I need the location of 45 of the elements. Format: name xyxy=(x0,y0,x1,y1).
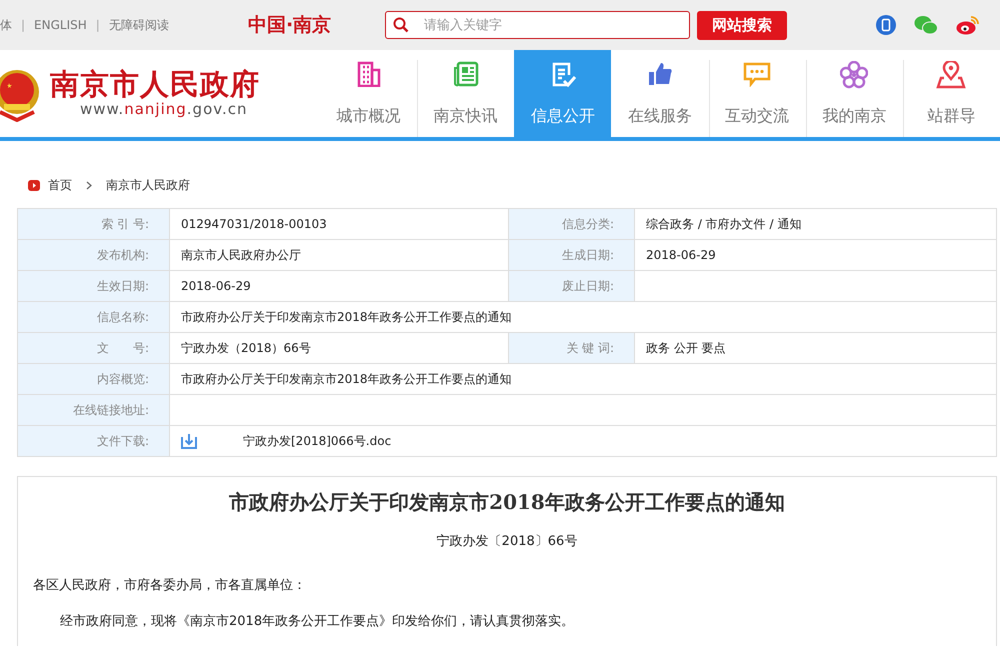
field-label: 生效日期: xyxy=(96,278,149,294)
breadcrumb-link[interactable]: 南京市人民政府 xyxy=(106,177,190,194)
field-label: 文件下载: xyxy=(96,432,149,450)
field-value: 012947031/2018-00103 xyxy=(181,217,327,231)
field-label: 信息分类: xyxy=(562,216,614,232)
nav-tab[interactable]: 城市概况 xyxy=(320,50,418,137)
field-label: 废止日期: xyxy=(562,278,614,294)
nav-tab[interactable]: 站群导 xyxy=(902,50,1000,137)
field-label: 信息名称: xyxy=(96,308,149,326)
body-paragraph: 经市政府同意，现将《南京市2018年政务公开工作要点》印发给你们，请认真贯彻落实。 xyxy=(59,613,576,630)
breadcrumb-link[interactable]: 首页 xyxy=(48,177,72,194)
field-value: 2018-06-29 xyxy=(181,279,251,293)
field-label: 发布机构: xyxy=(96,246,149,264)
field-value: 市政府办公厅关于印发南京市2018年政务公开工作要点的通知 xyxy=(181,370,512,388)
field-value: 综合政务 / 市府办文件 / 通知 xyxy=(646,216,802,232)
field-label: 在线链接地址: xyxy=(72,402,149,418)
site-url: www.nanjing.gov.cn xyxy=(80,100,248,118)
nav-tab[interactable]: 互动交流 xyxy=(708,50,806,137)
nav-tab[interactable]: 我的南京 xyxy=(806,50,903,137)
field-value: 政务 公开 要点 xyxy=(646,340,726,356)
separator: | xyxy=(96,18,100,32)
article-title: 市政府办公厅关于印发南京市2018年政务公开工作要点的通知 xyxy=(228,489,786,516)
nav-tab[interactable]: 在线服务 xyxy=(611,50,709,137)
field-label: 索 引 号: xyxy=(101,216,149,232)
field-value: 南京市人民政府办公厅 xyxy=(181,246,301,264)
field-label: 关 键 词: xyxy=(566,340,614,356)
field-label: 生成日期: xyxy=(562,246,614,264)
field-label: 文 号: xyxy=(96,340,149,356)
nav-tab[interactable]: 信息公开 xyxy=(514,50,612,137)
top-link[interactable]: 体 xyxy=(0,16,12,34)
field-value: 宁政办发（2018）66号 xyxy=(181,340,311,356)
salutation: 各区人民政府，市府各委办局，市各直属单位： xyxy=(33,577,307,594)
field-label: 内容概览: xyxy=(96,370,149,388)
top-link[interactable]: 无障碍阅读 xyxy=(108,16,169,34)
field-value: 2018-06-29 xyxy=(646,248,716,262)
nav-tab[interactable]: 南京快讯 xyxy=(417,50,514,137)
field-value: 市政府办公厅关于印发南京市2018年政务公开工作要点的通知 xyxy=(181,308,512,326)
top-link[interactable]: ENGLISH xyxy=(34,18,87,32)
search-field[interactable]: 请输入关键字 xyxy=(385,11,690,39)
separator: | xyxy=(21,18,26,32)
search-button[interactable]: 网站搜索 xyxy=(697,10,787,40)
site-name: 南京市人民政府 xyxy=(50,68,260,100)
document-number: 宁政办发〔2018〕66号 xyxy=(436,533,578,550)
file-link[interactable]: 宁政办发[2018]066号.doc xyxy=(243,432,392,450)
site-brand: 中国·南京 xyxy=(248,13,332,38)
